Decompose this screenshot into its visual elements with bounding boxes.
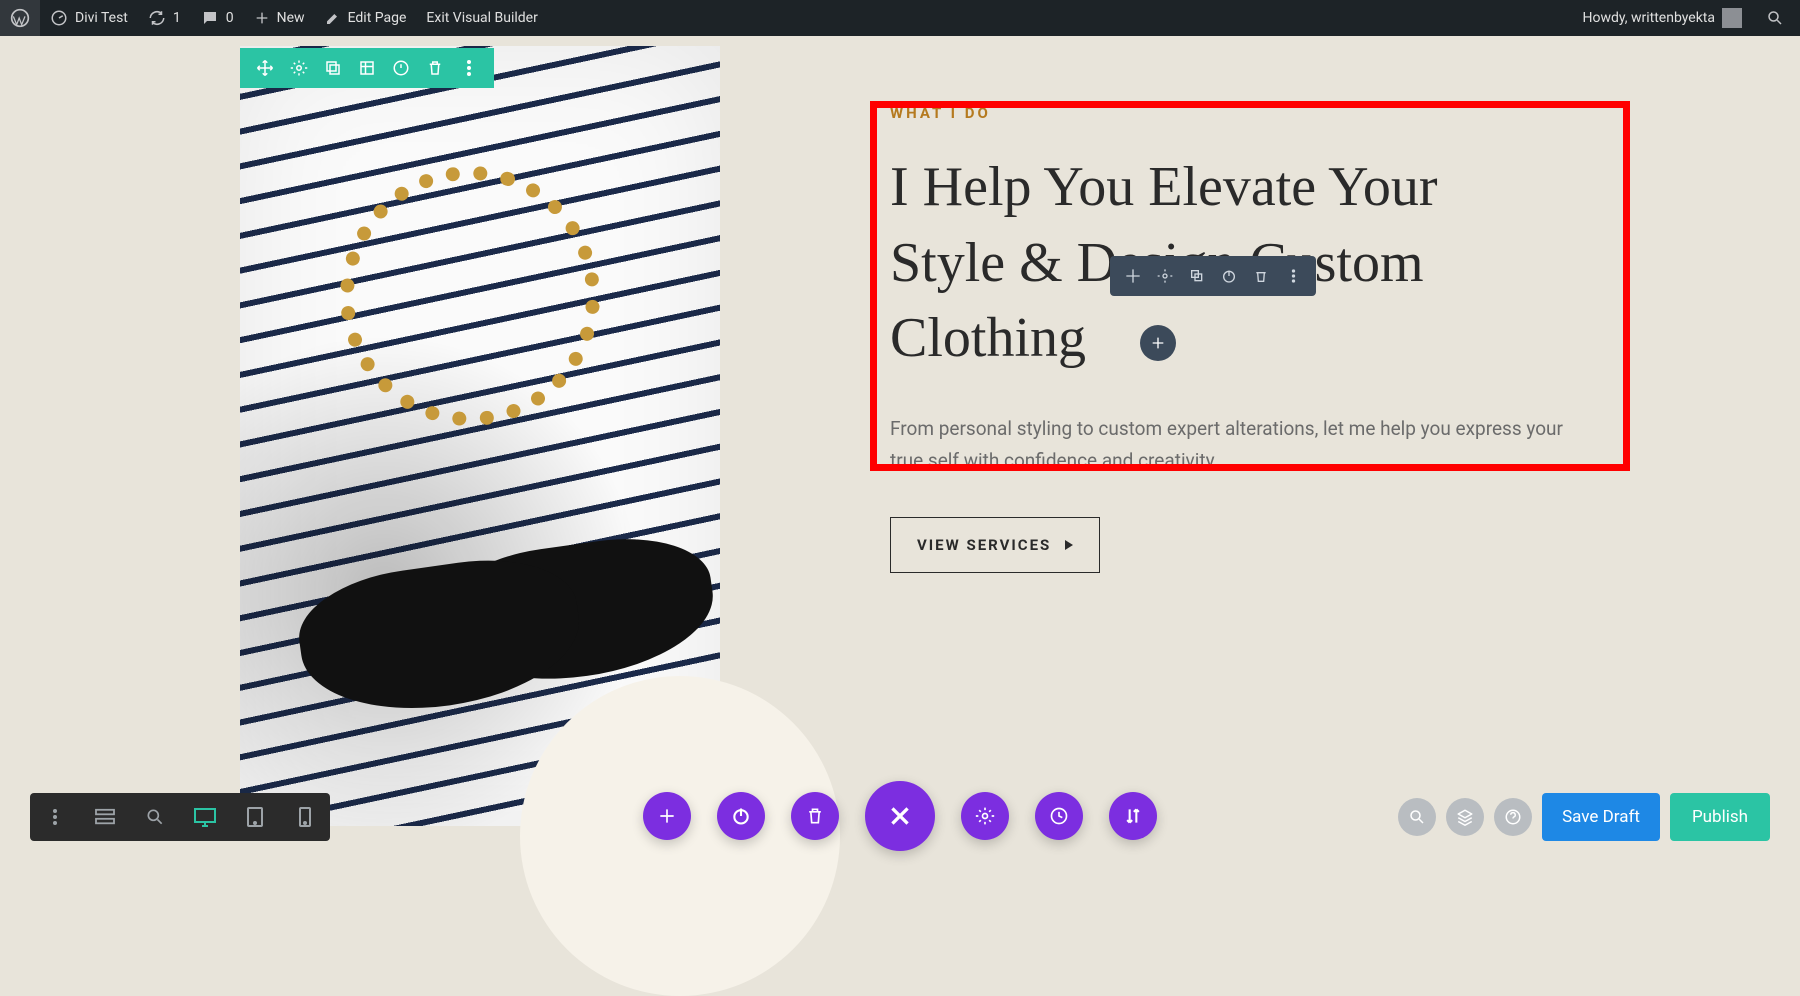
- cta-label: VIEW SERVICES: [917, 536, 1051, 554]
- publish-button[interactable]: Publish: [1670, 793, 1770, 841]
- layers-button[interactable]: [1446, 798, 1484, 836]
- lock-icon[interactable]: [386, 53, 416, 83]
- jewelry-graphic: [306, 132, 634, 460]
- search-icon: [1766, 9, 1784, 27]
- new-label: New: [277, 10, 305, 26]
- exit-vb-label: Exit Visual Builder: [426, 10, 537, 26]
- text-column: WHAT I DO I Help You Elevate Your Style …: [890, 104, 1580, 573]
- wp-admin-bar: Divi Test 1 0 New Edit Page: [0, 0, 1800, 36]
- howdy-label: Howdy, writtenbyekta: [1582, 10, 1715, 26]
- pencil-icon: [325, 10, 341, 26]
- plus-icon: [254, 10, 270, 26]
- wp-logo[interactable]: [0, 0, 40, 36]
- body-text[interactable]: From personal styling to custom expert a…: [890, 413, 1580, 478]
- more-icon[interactable]: [454, 53, 484, 83]
- wordpress-icon: [10, 8, 30, 28]
- delete-icon[interactable]: [420, 53, 450, 83]
- add-section-button[interactable]: [643, 792, 691, 840]
- power-icon[interactable]: [1216, 263, 1242, 289]
- gear-icon[interactable]: [1152, 263, 1178, 289]
- tablet-view-icon[interactable]: [230, 793, 280, 841]
- clear-layout-button[interactable]: [791, 792, 839, 840]
- move-icon[interactable]: [250, 53, 280, 83]
- zoom-icon[interactable]: [130, 793, 180, 841]
- edit-page-label: Edit Page: [348, 10, 407, 26]
- updates-count: 1: [173, 10, 181, 26]
- builder-right-actions: Save Draft Publish: [1398, 793, 1770, 841]
- module-toolbar: [1110, 256, 1316, 296]
- page-canvas: WHAT I DO I Help You Elevate Your Style …: [0, 36, 1800, 881]
- headline-line1: I Help You Elevate Your: [890, 156, 1438, 218]
- page-settings-button[interactable]: [961, 792, 1009, 840]
- howdy-user[interactable]: Howdy, writtenbyekta: [1572, 0, 1752, 36]
- move-icon[interactable]: [1120, 263, 1146, 289]
- sunglasses-graphic: [292, 547, 589, 725]
- gear-icon[interactable]: [284, 53, 314, 83]
- delete-icon[interactable]: [1248, 263, 1274, 289]
- new-link[interactable]: New: [244, 0, 315, 36]
- avatar: [1722, 8, 1742, 28]
- help-button[interactable]: [1494, 798, 1532, 836]
- comments-count: 0: [226, 10, 234, 26]
- sort-button[interactable]: [1109, 792, 1157, 840]
- updates-link[interactable]: 1: [138, 0, 191, 36]
- find-replace-button[interactable]: [1398, 798, 1436, 836]
- duplicate-icon[interactable]: [1184, 263, 1210, 289]
- site-name: Divi Test: [75, 10, 128, 26]
- headline-line3: Clothing: [890, 307, 1086, 369]
- more-icon[interactable]: [1280, 263, 1306, 289]
- more-menu-icon[interactable]: [30, 793, 80, 841]
- view-toolbar: [30, 793, 330, 841]
- close-builder-button[interactable]: [865, 781, 935, 851]
- duplicate-icon[interactable]: [318, 53, 348, 83]
- comment-icon: [201, 9, 219, 27]
- site-link[interactable]: Divi Test: [40, 0, 138, 36]
- save-draft-button[interactable]: Save Draft: [1542, 793, 1660, 841]
- comments-link[interactable]: 0: [191, 0, 244, 36]
- dashboard-icon: [50, 9, 68, 27]
- builder-center-actions: [643, 781, 1157, 851]
- add-module-button[interactable]: [1140, 325, 1176, 361]
- phone-view-icon[interactable]: [280, 793, 330, 841]
- save-library-icon[interactable]: [352, 53, 382, 83]
- desktop-view-icon[interactable]: [180, 793, 230, 841]
- row-toolbar: [240, 48, 494, 88]
- eyebrow-text[interactable]: WHAT I DO: [890, 104, 1580, 122]
- search-toggle[interactable]: [1760, 0, 1790, 36]
- exit-visual-builder[interactable]: Exit Visual Builder: [416, 0, 547, 36]
- view-services-button[interactable]: VIEW SERVICES: [890, 517, 1100, 573]
- wireframe-view-icon[interactable]: [80, 793, 130, 841]
- power-button[interactable]: [717, 792, 765, 840]
- edit-page-link[interactable]: Edit Page: [315, 0, 417, 36]
- history-button[interactable]: [1035, 792, 1083, 840]
- refresh-icon: [148, 9, 166, 27]
- triangle-right-icon: [1065, 540, 1073, 550]
